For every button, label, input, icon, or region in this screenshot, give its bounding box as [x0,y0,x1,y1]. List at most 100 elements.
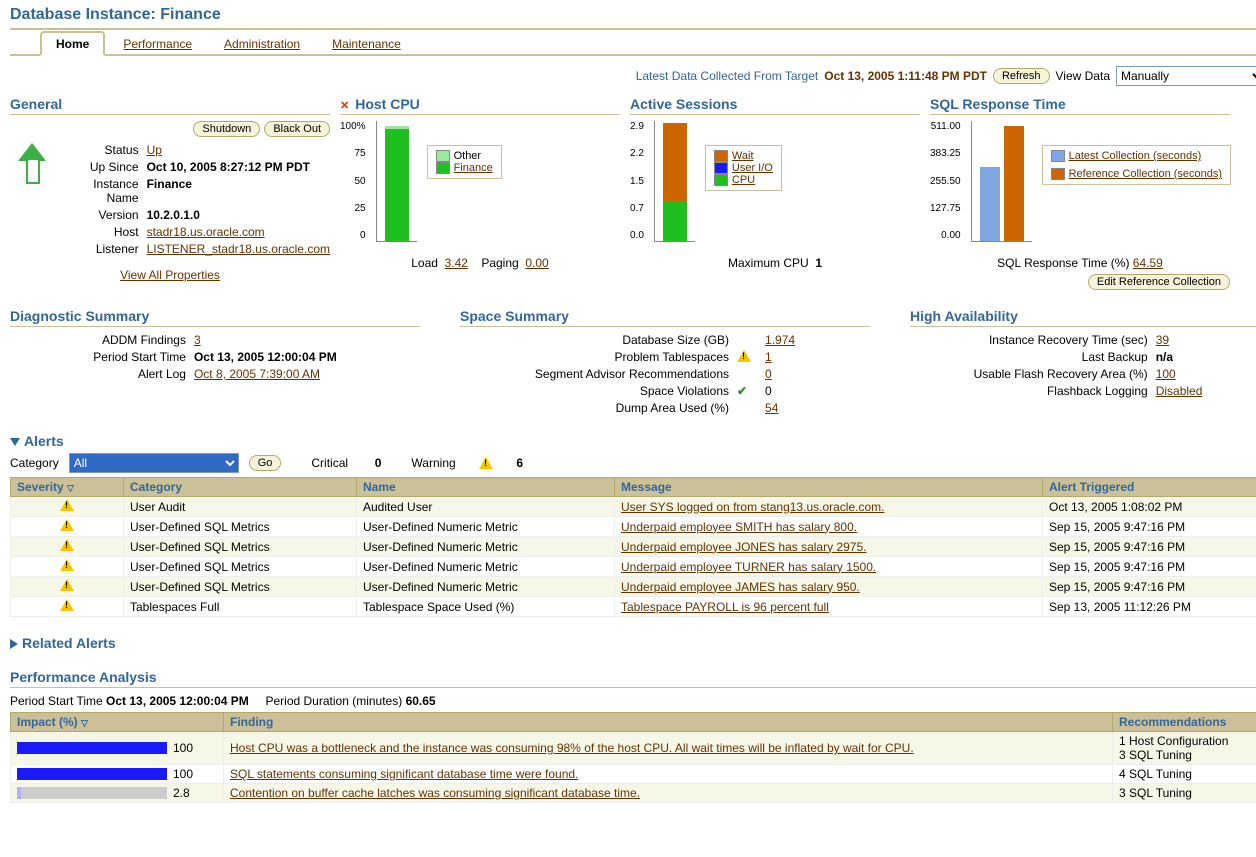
refresh-button[interactable]: Refresh [993,68,1050,84]
legend-finance[interactable]: Finance [454,162,493,174]
impact-bar [17,742,167,754]
table-row: User-Defined SQL MetricsUser-Defined Num… [11,577,1256,597]
swatch-other-icon [436,150,450,162]
v-listener[interactable]: LISTENER_stadr18.us.oracle.com [147,242,330,256]
v-version: 10.2.0.1.0 [147,208,330,222]
space-problem-ts[interactable]: 1 [765,350,870,364]
cell-category: Tablespaces Full [124,597,357,617]
finding-link[interactable]: Host CPU was a bottleneck and the instan… [230,741,914,755]
perf-pd-v: 60.65 [406,694,436,708]
alerts-section: Alerts Category All Go Critical 0 Warnin… [10,433,1256,617]
col-message[interactable]: Message [615,478,1043,497]
k-host: Host [58,225,139,239]
latest-value: Oct 13, 2005 1:11:48 PM PDT [824,69,987,83]
hostcpu-axis: 100%7550250 [340,121,366,241]
col-triggered[interactable]: Alert Triggered [1043,478,1256,497]
legend-wait[interactable]: Wait [732,150,754,162]
legend-latest[interactable]: Latest Collection (seconds) [1069,150,1202,162]
table-row: User AuditAudited UserUser SYS logged on… [11,497,1256,517]
col-impact[interactable]: Impact (%) ▽ [11,713,224,732]
legend-reference[interactable]: Reference Collection (seconds) [1069,168,1222,180]
ha-flash[interactable]: 100 [1156,367,1256,381]
alert-log[interactable]: Oct 8, 2005 7:39:00 AM [194,367,420,381]
go-button[interactable]: Go [249,455,282,471]
col-category[interactable]: Category [124,478,357,497]
cell-triggered: Sep 15, 2005 9:47:16 PM [1043,517,1256,537]
check-icon: ✔ [737,384,757,398]
col-name[interactable]: Name [357,478,615,497]
warning-icon [60,539,74,551]
legend-userio[interactable]: User I/O [732,162,773,174]
finding-link[interactable]: Contention on buffer cache latches was c… [230,786,640,800]
space-segadv[interactable]: 0 [765,367,870,381]
col-finding[interactable]: Finding [224,713,1113,732]
space-dbsize[interactable]: 1.974 [765,333,870,347]
collapse-icon[interactable] [10,438,20,446]
diag-heading: Diagnostic Summary [10,308,420,324]
cell-rec: 4 SQL Tuning [1113,765,1256,784]
top-panels: General Shutdown Black Out StatusUp Up S… [10,96,1256,290]
alert-message-link[interactable]: Underpaid employee JONES has salary 2975… [621,540,866,554]
edit-reference-button[interactable]: Edit Reference Collection [1088,274,1230,290]
k-status: Status [58,143,139,157]
status-up-icon [18,143,46,187]
load-v[interactable]: 3.42 [445,256,468,270]
cell-triggered: Oct 13, 2005 1:08:02 PM [1043,497,1256,517]
alert-message-link[interactable]: User SYS logged on from stang13.us.oracl… [621,500,884,514]
sqlrt-v[interactable]: 64.59 [1133,256,1163,270]
legend-cpu[interactable]: CPU [732,174,755,186]
addm-findings[interactable]: 3 [194,333,420,347]
alert-message-link[interactable]: Tablespace PAYROLL is 96 percent full [621,600,829,614]
category-select[interactable]: All [69,453,239,473]
top-row: Latest Data Collected From Target Oct 13… [10,66,1256,86]
shutdown-button[interactable]: Shutdown [193,121,260,137]
active-axis: 2.92.21.50.70.0 [630,121,644,241]
blackout-button[interactable]: Black Out [264,121,330,137]
space-dump[interactable]: 54 [765,401,870,415]
sqlrt-heading: SQL Response Time [930,96,1230,112]
finding-link[interactable]: SQL statements consuming significant dat… [230,767,578,781]
cell-name: User-Defined Numeric Metric [357,537,615,557]
tab-performance[interactable]: Performance [109,33,206,54]
perf-heading: Performance Analysis [10,669,1256,685]
paging-v[interactable]: 0.00 [525,256,548,270]
ha-irt[interactable]: 39 [1156,333,1256,347]
cell-triggered: Sep 15, 2005 9:47:16 PM [1043,577,1256,597]
cell-category: User-Defined SQL Metrics [124,577,357,597]
hostcpu-heading: Host CPU [340,96,620,112]
cell-name: Tablespace Space Used (%) [357,597,615,617]
table-row: 2.8Contention on buffer cache latches wa… [11,784,1256,803]
panel-general: General Shutdown Black Out StatusUp Up S… [10,96,330,290]
expand-icon[interactable] [10,639,18,649]
sqlrt-chart [971,121,1032,242]
tab-administration[interactable]: Administration [210,33,314,54]
critical-value: 0 [375,456,382,470]
v-host[interactable]: stadr18.us.oracle.com [147,225,330,239]
ha-flashlog[interactable]: Disabled [1156,384,1256,398]
critical-label: Critical [311,456,348,470]
page-title: Database Instance: Finance [10,6,1256,24]
table-row: 100 Host CPU was a bottleneck and the ins… [11,732,1256,765]
alert-message-link[interactable]: Underpaid employee TURNER has salary 150… [621,560,876,574]
perf-pst-v: Oct 13, 2005 12:00:04 PM [106,694,249,708]
tab-maintenance[interactable]: Maintenance [318,33,415,54]
cell-category: User-Defined SQL Metrics [124,537,357,557]
table-row: User-Defined SQL MetricsUser-Defined Num… [11,557,1256,577]
view-all-properties[interactable]: View All Properties [120,268,220,282]
col-rec[interactable]: Recommendations [1113,713,1256,732]
warning-icon [479,457,493,469]
alert-message-link[interactable]: Underpaid employee JAMES has salary 950. [621,580,860,594]
panel-sqlrt: SQL Response Time 511.00383.25255.50127.… [930,96,1230,290]
paging-k: Paging [481,256,518,270]
warning-icon [60,559,74,571]
category-label: Category [10,456,59,470]
impact-value: 100 [173,741,193,755]
active-heading: Active Sessions [630,96,920,112]
view-data-select[interactable]: Manually [1116,66,1256,86]
v-status[interactable]: Up [147,143,330,157]
tab-home[interactable]: Home [40,31,105,56]
col-severity[interactable]: Severity ▽ [11,478,124,497]
sqlrt-legend: Latest Collection (seconds) Reference Co… [1042,145,1231,185]
alert-message-link[interactable]: Underpaid employee SMITH has salary 800. [621,520,857,534]
warning-icon [60,599,74,611]
